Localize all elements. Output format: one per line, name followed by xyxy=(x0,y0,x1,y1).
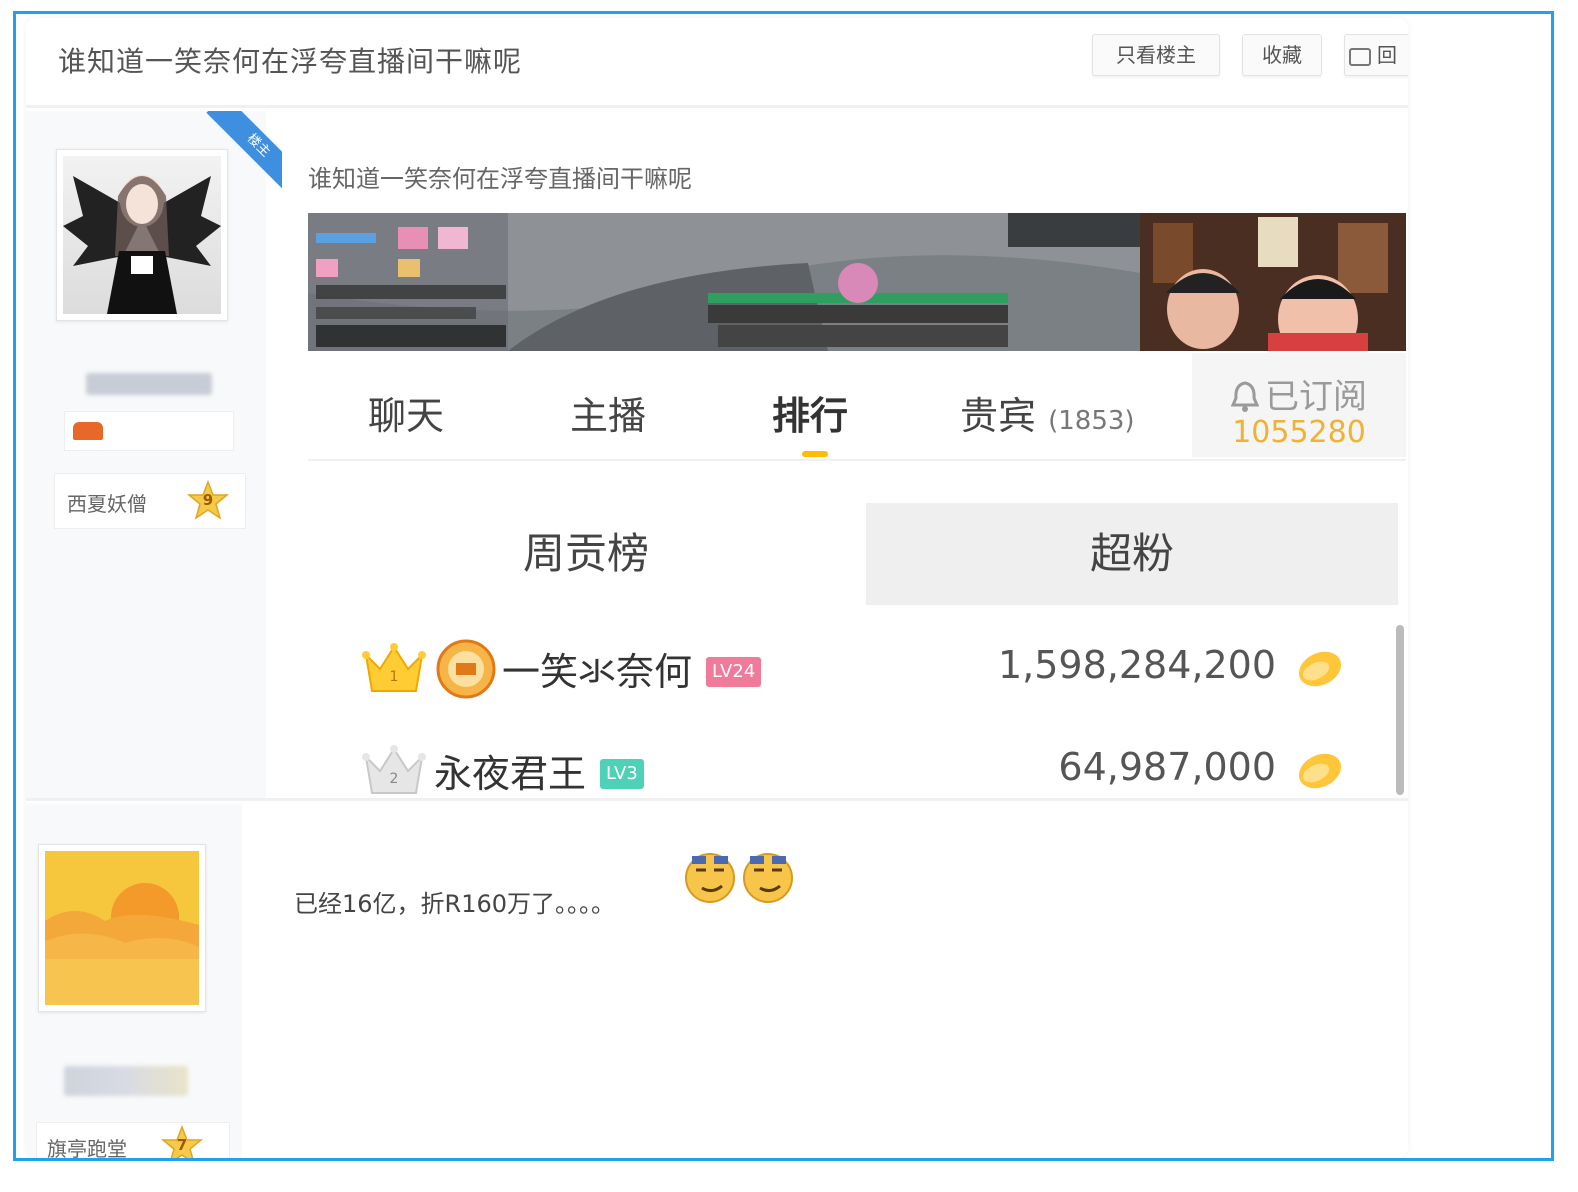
tab-vip-count: (1853) xyxy=(1048,406,1135,436)
post-content: 谁知道一笑奈何在浮夸直播间干嘛呢 聊天 主播 排行 贵宾 (1853) 已订阅 … xyxy=(306,111,1408,798)
author-name-blurred[interactable] xyxy=(86,373,212,395)
thread-title: 谁知道一笑奈何在浮夸直播间干嘛呢 xyxy=(58,45,523,78)
post-2: 旗亭跑堂 7 已经16亿，折R160万了。。。。 xyxy=(26,804,1408,1158)
level-number: 9 xyxy=(202,491,214,509)
author-level-box[interactable]: 旗亭跑堂 7 xyxy=(36,1122,230,1158)
only-op-button[interactable]: 只看楼主 xyxy=(1092,34,1220,76)
subscribe-label: 已订阅 xyxy=(1265,377,1367,417)
ranking-scrollbar[interactable] xyxy=(1396,625,1404,795)
subscriber-count: 1055280 xyxy=(1232,415,1366,450)
game-screen-image xyxy=(308,213,1406,351)
contribution-value: 64,987,000 xyxy=(1058,745,1276,789)
rank-user-name[interactable]: 永夜君王 xyxy=(434,743,586,798)
sunset-icon xyxy=(45,851,199,1005)
reply-text: 已经16亿，折R160万了。。。。 xyxy=(294,890,616,918)
stream-tabs: 聊天 主播 排行 贵宾 (1853) 已订阅 1055280 xyxy=(308,353,1406,461)
sunset-avatar-image xyxy=(45,851,199,1005)
level-name: 西夏妖僧 xyxy=(67,492,147,516)
level-star-icon: 7 xyxy=(160,1124,204,1158)
level-number: 7 xyxy=(176,1136,188,1154)
author-sidebar: 楼主 西夏妖僧 9 xyxy=(26,111,282,798)
screenshot-frame: 谁知道一笑奈何在浮夸直播间干嘛呢 只看楼主 收藏 回 楼主 西夏妖僧 9 谁知道… xyxy=(13,11,1554,1161)
tab-vip[interactable]: 贵宾 (1853) xyxy=(960,385,1135,440)
post-content: 已经16亿，折R160万了。。。。 xyxy=(294,804,1394,1158)
comment-icon xyxy=(1349,47,1371,66)
reply-button-label: 回 xyxy=(1377,43,1397,67)
tab-super-fans[interactable]: 超粉 xyxy=(866,503,1398,605)
tab-vip-label: 贵宾 xyxy=(960,394,1037,438)
user-level-tag: LV24 xyxy=(706,657,762,687)
tab-streamer[interactable]: 主播 xyxy=(570,385,646,440)
thread-header: 谁知道一笑奈何在浮夸直播间干嘛呢 只看楼主 收藏 回 xyxy=(26,18,1408,108)
subscribe-label-row: 已订阅 xyxy=(1192,369,1406,418)
author-sidebar: 旗亭跑堂 7 xyxy=(26,804,242,1158)
smirk-emoji-icon xyxy=(743,853,793,903)
favorite-button[interactable]: 收藏 xyxy=(1242,34,1322,76)
ranking-row[interactable]: 1 一笑氺奈何 LV24 1,598,284,200 xyxy=(306,631,1404,711)
coin-icon xyxy=(1298,753,1342,789)
active-tab-indicator xyxy=(802,451,828,457)
avatar-image xyxy=(63,156,221,314)
user-level-tag: LV3 xyxy=(600,759,644,789)
op-ribbon: 楼主 xyxy=(202,111,282,191)
avatar[interactable] xyxy=(38,844,206,1012)
op-badge: 楼主 xyxy=(206,111,282,191)
level-name: 旗亭跑堂 xyxy=(47,1137,127,1158)
author-name-blurred[interactable] xyxy=(64,1066,188,1096)
live-stream-screenshot[interactable] xyxy=(308,213,1406,351)
tab-weekly-contribution[interactable]: 周贡榜 xyxy=(306,503,866,605)
post-1: 楼主 西夏妖僧 9 谁知道一笑奈何在浮夸直播间干嘛呢 聊天 主播 排行 贵宾 (… xyxy=(26,111,1408,801)
bell-icon xyxy=(1230,380,1260,412)
author-medal-row xyxy=(64,411,234,451)
tab-ranking[interactable]: 排行 xyxy=(772,385,848,440)
subscribe-button[interactable]: 已订阅 1055280 xyxy=(1192,353,1406,457)
fan-badge-icon xyxy=(436,639,496,699)
post-title: 谁知道一笑奈何在浮夸直播间干嘛呢 xyxy=(308,165,692,193)
reply-button[interactable]: 回 xyxy=(1344,34,1408,76)
coin-icon xyxy=(1298,651,1342,687)
rank-number: 1 xyxy=(389,669,399,685)
level-star-icon: 9 xyxy=(186,479,230,522)
rank-number: 2 xyxy=(389,771,399,787)
winged-girl-icon xyxy=(63,175,221,314)
smirk-emoji-icon xyxy=(685,853,735,903)
contribution-value: 1,598,284,200 xyxy=(997,643,1276,687)
tab-chat[interactable]: 聊天 xyxy=(368,385,444,440)
medal-icon xyxy=(73,422,103,440)
rank-user-name[interactable]: 一笑氺奈何 xyxy=(502,641,692,696)
ranking-row[interactable]: 2 永夜君王 LV3 64,987,000 xyxy=(306,733,1404,813)
ranking-subtabs: 周贡榜 超粉 xyxy=(306,503,1404,605)
thread-card: 谁知道一笑奈何在浮夸直播间干嘛呢 只看楼主 收藏 回 楼主 西夏妖僧 9 谁知道… xyxy=(26,18,1408,1158)
author-level-box[interactable]: 西夏妖僧 9 xyxy=(54,473,246,529)
